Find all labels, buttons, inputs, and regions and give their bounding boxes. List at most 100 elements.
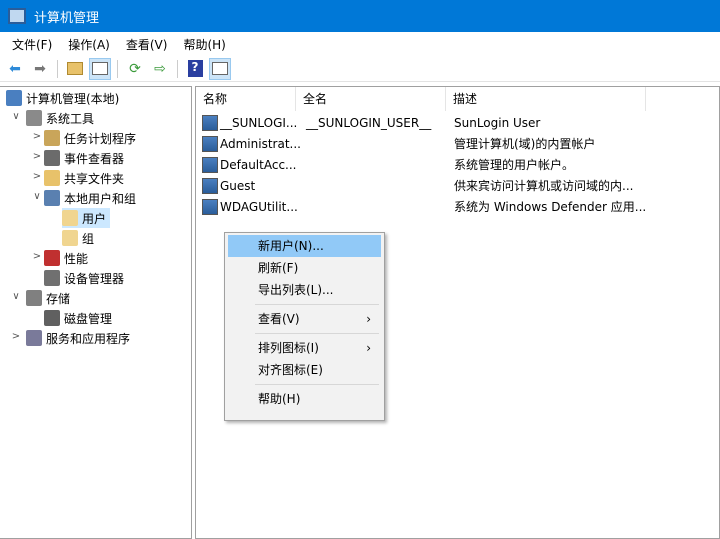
user-fullname: __SUNLOGIN_USER__ bbox=[306, 115, 432, 130]
user-description: 管理计算机(域)的内置帐户 bbox=[454, 137, 596, 151]
menu-item-label: 新用户(N)... bbox=[258, 239, 324, 253]
user-name: __SUNLOGI... bbox=[220, 115, 298, 130]
tree-item-label: 计算机管理(本地) bbox=[26, 91, 120, 106]
export-list-icon[interactable]: ⇨ bbox=[149, 58, 171, 80]
user-name: WDAGUtilit... bbox=[220, 199, 298, 214]
context-menu-item[interactable]: 导出列表(L)... bbox=[228, 279, 381, 301]
tree-item[interactable]: 计算机管理(本地) bbox=[6, 88, 123, 108]
user-icon bbox=[202, 114, 218, 131]
context-menu-item[interactable]: 帮助(H) bbox=[228, 388, 381, 410]
expander-icon[interactable]: > bbox=[32, 131, 42, 142]
chevron-right-icon: › bbox=[366, 312, 371, 326]
table-row[interactable]: Administrat... 管理计算机(域)的内置帐户 bbox=[200, 133, 720, 154]
tree-item[interactable]: 性能 bbox=[44, 248, 92, 268]
tree-item[interactable]: 用户 bbox=[62, 208, 111, 228]
context-menu-item[interactable]: 对齐图标(E) bbox=[228, 359, 381, 381]
menu-item-label: 帮助(H) bbox=[258, 392, 301, 406]
user-icon bbox=[202, 156, 218, 173]
help-icon[interactable]: ? bbox=[184, 58, 206, 80]
menu-separator bbox=[255, 384, 379, 385]
tools-icon bbox=[26, 110, 42, 126]
menu-action[interactable]: 操作(A) bbox=[60, 36, 118, 53]
tree-item[interactable]: 任务计划程序 bbox=[44, 128, 140, 148]
toolbar-divider bbox=[177, 59, 178, 78]
refresh-icon[interactable]: ⟳ bbox=[124, 58, 146, 80]
user-name: Administrat... bbox=[220, 136, 301, 151]
computer-icon bbox=[6, 90, 22, 106]
column-header-name[interactable]: 名称 bbox=[196, 87, 296, 111]
menu-item-label: 刷新(F) bbox=[258, 261, 299, 275]
tree-item-label: 存储 bbox=[46, 291, 71, 306]
menu-item-label: 导出列表(L)... bbox=[258, 283, 334, 297]
user-description: 供来宾访问计算机或访问域的内... bbox=[454, 179, 634, 193]
menu-help[interactable]: 帮助(H) bbox=[175, 36, 233, 53]
context-menu-item[interactable]: 刷新(F) bbox=[228, 257, 381, 279]
performance-icon bbox=[44, 250, 60, 266]
tree-item-label: 磁盘管理 bbox=[64, 311, 113, 326]
table-row[interactable]: Guest 供来宾访问计算机或访问域的内... bbox=[200, 175, 720, 196]
toolbar-divider bbox=[117, 59, 118, 78]
window-title: 计算机管理 bbox=[34, 10, 100, 26]
tree-item-label: 用户 bbox=[82, 211, 107, 226]
disk-icon bbox=[44, 310, 60, 326]
expander-icon[interactable]: ∨ bbox=[11, 291, 21, 302]
menu-item-label: 排列图标(I) bbox=[258, 341, 319, 355]
toolbar-divider bbox=[57, 59, 58, 78]
shared-folder-icon bbox=[44, 170, 60, 186]
column-header-description[interactable]: 描述 bbox=[446, 87, 646, 111]
tree-item[interactable]: 服务和应用程序 bbox=[26, 328, 134, 348]
user-icon bbox=[202, 135, 218, 152]
tree-item-label: 事件查看器 bbox=[64, 151, 125, 166]
show-action-pane-icon[interactable] bbox=[209, 57, 231, 80]
tree-item[interactable]: 系统工具 bbox=[26, 108, 98, 128]
toolbar: ⬅ ➡ ⟳ ⇨ ? bbox=[0, 56, 720, 82]
tree-item[interactable]: 共享文件夹 bbox=[44, 168, 128, 188]
menu-separator bbox=[255, 333, 379, 334]
tree-item[interactable]: 组 bbox=[62, 228, 98, 248]
user-description: 系统为 Windows Defender 应用... bbox=[454, 200, 647, 214]
expander-icon[interactable]: ∨ bbox=[11, 111, 21, 122]
menu-separator bbox=[255, 304, 379, 305]
tree-item[interactable]: 本地用户和组 bbox=[44, 188, 140, 208]
context-menu-item[interactable]: 排列图标(I) › bbox=[228, 337, 381, 359]
device-manager-icon bbox=[44, 270, 60, 286]
tree-item[interactable]: 事件查看器 bbox=[44, 148, 128, 168]
expander-icon[interactable]: ∨ bbox=[32, 191, 42, 202]
tree-item[interactable]: 存储 bbox=[26, 288, 74, 308]
clock-icon bbox=[44, 130, 60, 146]
tree-item[interactable]: 设备管理器 bbox=[44, 268, 128, 288]
services-icon bbox=[26, 330, 42, 346]
column-header-fullname[interactable]: 全名 bbox=[296, 87, 446, 111]
menu-view[interactable]: 查看(V) bbox=[118, 36, 176, 53]
back-icon[interactable]: ⬅ bbox=[4, 58, 26, 80]
tree-item-label: 组 bbox=[82, 231, 95, 246]
context-menu: 新用户(N)... 刷新(F) 导出列表(L)... 查看(V) › 排列图标(I) › 对齐… bbox=[224, 232, 385, 421]
tree-item-label: 服务和应用程序 bbox=[46, 331, 131, 346]
menu-file[interactable]: 文件(F) bbox=[4, 36, 60, 53]
expander-icon[interactable]: > bbox=[32, 151, 42, 162]
up-folder-icon[interactable] bbox=[64, 58, 86, 80]
menu-bar: 文件(F) 操作(A) 查看(V) 帮助(H) bbox=[0, 32, 720, 56]
navigation-tree: 计算机管理(本地) ∨ 系统工具 > 任务计划程序 > 事件查看器 > 共享文件夹 ∨ 本地用户和组… bbox=[0, 86, 192, 539]
tree-item[interactable]: 磁盘管理 bbox=[44, 308, 116, 328]
users-icon bbox=[44, 190, 60, 206]
context-menu-item[interactable]: 新用户(N)... bbox=[228, 235, 381, 257]
folder-icon bbox=[62, 210, 78, 226]
computer-management-icon bbox=[8, 8, 26, 24]
table-row[interactable]: DefaultAcc... 系统管理的用户帐户。 bbox=[200, 154, 720, 175]
user-description: SunLogin User bbox=[454, 115, 541, 130]
expander-icon[interactable]: > bbox=[32, 171, 42, 182]
tree-item-label: 共享文件夹 bbox=[64, 171, 125, 186]
table-row[interactable]: WDAGUtilit... 系统为 Windows Defender 应用... bbox=[200, 196, 720, 217]
show-hide-tree-icon[interactable] bbox=[89, 57, 111, 80]
tree-item-label: 任务计划程序 bbox=[64, 131, 137, 146]
tree-item-label: 性能 bbox=[64, 251, 89, 266]
table-row[interactable]: __SUNLOGI... __SUNLOGIN_USER__ SunLogin Us… bbox=[200, 112, 720, 133]
context-menu-item[interactable]: 查看(V) › bbox=[228, 308, 381, 330]
expander-icon[interactable]: > bbox=[32, 251, 42, 262]
event-viewer-icon bbox=[44, 150, 60, 166]
title-bar: 计算机管理 bbox=[0, 0, 720, 32]
list-header: 名称 全名 描述 bbox=[196, 87, 719, 111]
expander-icon[interactable]: > bbox=[11, 331, 21, 342]
forward-icon[interactable]: ➡ bbox=[29, 58, 51, 80]
